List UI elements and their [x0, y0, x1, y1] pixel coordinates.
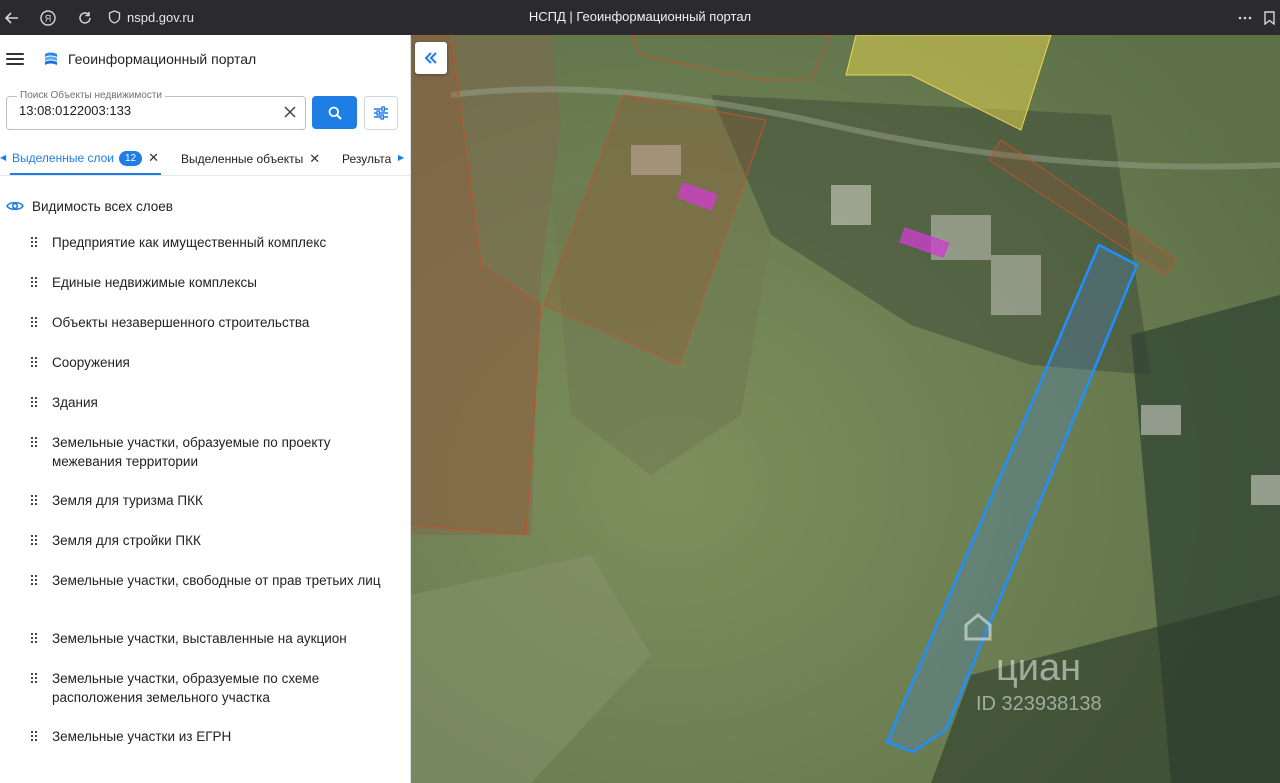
layer-label: Земельные участки, выставленные на аукци…	[52, 631, 347, 646]
tab-label: Выделенные объекты	[181, 151, 304, 166]
tabs-scroll-right-icon[interactable]: ▶	[398, 153, 404, 162]
sidebar-header: Геоинформационный портал	[0, 47, 410, 71]
drag-handle-icon[interactable]	[30, 396, 38, 408]
layer-label: Земельные участки из ЕГРН	[52, 729, 232, 744]
search-button[interactable]	[312, 96, 357, 129]
search-field[interactable]: Поиск Объекты недвижимости	[6, 90, 306, 130]
double-chevron-left-icon	[424, 52, 437, 64]
layer-label: Земельные участки, образуемые по проекту…	[52, 435, 331, 469]
tab-label: Выделенные слои	[12, 151, 114, 165]
search-icon	[328, 106, 342, 120]
bookmark-icon	[1263, 11, 1275, 25]
layer-label: Единые недвижимые комплексы	[52, 275, 257, 290]
close-icon	[284, 106, 296, 118]
drag-handle-icon[interactable]	[30, 276, 38, 288]
layer-label: Предприятие как имущественный комплекс	[52, 235, 327, 250]
layer-label: Земля для туризма ПКК	[52, 493, 203, 508]
arrow-left-icon	[5, 12, 18, 24]
watermark-text: циан	[996, 647, 1081, 689]
drag-handle-icon[interactable]	[30, 236, 38, 248]
layer-label: Земля для стройки ПКК	[52, 533, 201, 548]
layers-sidebar: Геоинформационный портал Поиск Объекты н…	[0, 35, 411, 783]
browser-toolbar: Я nspd.gov.ru НСПД | Геоинформационный п…	[0, 0, 1280, 35]
watermark-id: ID 323938138	[976, 693, 1102, 715]
drag-handle-icon[interactable]	[30, 316, 38, 328]
drag-handle-icon[interactable]	[30, 494, 38, 506]
menu-icon	[6, 53, 24, 55]
drag-handle-icon[interactable]	[30, 632, 38, 644]
close-icon[interactable]: ✕	[148, 150, 159, 166]
menu-button[interactable]	[6, 47, 24, 71]
menu-icon-line	[6, 58, 24, 60]
visibility-label: Видимость всех слоев	[32, 198, 173, 214]
svg-text:Я: Я	[45, 14, 52, 24]
map-viewport[interactable]: циан ID 323938138	[411, 35, 1280, 783]
layer-label: Земельные участки, образуемые по схеме р…	[52, 671, 320, 705]
tab-bar: ◀ Выделенные слои 12 ✕ Выделенные объект…	[0, 143, 410, 176]
layer-label: Здания	[52, 395, 98, 410]
satellite-map[interactable]: циан ID 323938138	[411, 35, 1280, 783]
tabs-scroll-left-icon[interactable]: ◀	[0, 153, 6, 162]
yandex-icon: Я	[40, 10, 56, 26]
drag-handle-icon[interactable]	[30, 534, 38, 546]
drag-handle-icon[interactable]	[30, 730, 38, 742]
url-text: nspd.gov.ru	[127, 9, 194, 25]
drag-handle-icon[interactable]	[30, 672, 38, 684]
menu-icon-line	[6, 63, 24, 65]
tab-selected-layers[interactable]: Выделенные слои 12 ✕	[10, 143, 162, 175]
eye-icon	[6, 201, 24, 211]
building-roof	[1251, 475, 1280, 505]
layer-label: Земельные участки, свободные от прав тре…	[52, 573, 381, 588]
tab-selected-objects[interactable]: Выделенные объекты ✕	[181, 143, 320, 174]
back-button[interactable]	[0, 6, 24, 30]
bookmark-button[interactable]	[1257, 6, 1280, 30]
drag-handle-icon[interactable]	[30, 356, 38, 368]
layer-label: Сооружения	[52, 355, 130, 370]
reload-button[interactable]	[73, 6, 97, 30]
tab-label: Результа	[342, 151, 392, 166]
collapse-sidebar-button[interactable]	[415, 42, 447, 74]
close-icon[interactable]: ✕	[309, 151, 320, 167]
layers-count-badge: 12	[118, 150, 143, 166]
building-roof	[1141, 405, 1181, 435]
building-roof	[831, 185, 871, 225]
clear-search-button[interactable]	[280, 102, 300, 122]
yandex-button[interactable]: Я	[36, 6, 60, 30]
more-button[interactable]	[1233, 6, 1257, 30]
reload-icon	[79, 12, 91, 24]
drag-handle-icon[interactable]	[30, 436, 38, 448]
filter-button[interactable]	[364, 96, 398, 130]
building-roof	[991, 255, 1041, 315]
drag-handle-icon[interactable]	[30, 574, 38, 586]
layer-label: Объекты незавершенного строительства	[52, 315, 310, 330]
portal-title: Геоинформационный портал	[68, 51, 257, 67]
shield-icon	[108, 10, 121, 24]
search-input[interactable]	[19, 103, 269, 118]
portal-logo-icon	[45, 52, 57, 65]
more-icon	[1238, 16, 1252, 20]
search-label: Поиск Объекты недвижимости	[17, 90, 165, 101]
tab-results[interactable]: Результа	[342, 143, 391, 174]
toggle-all-layers-visibility[interactable]: Видимость всех слоев	[6, 195, 173, 217]
filter-icon	[374, 106, 388, 120]
address-bar[interactable]: nspd.gov.ru	[108, 6, 194, 28]
